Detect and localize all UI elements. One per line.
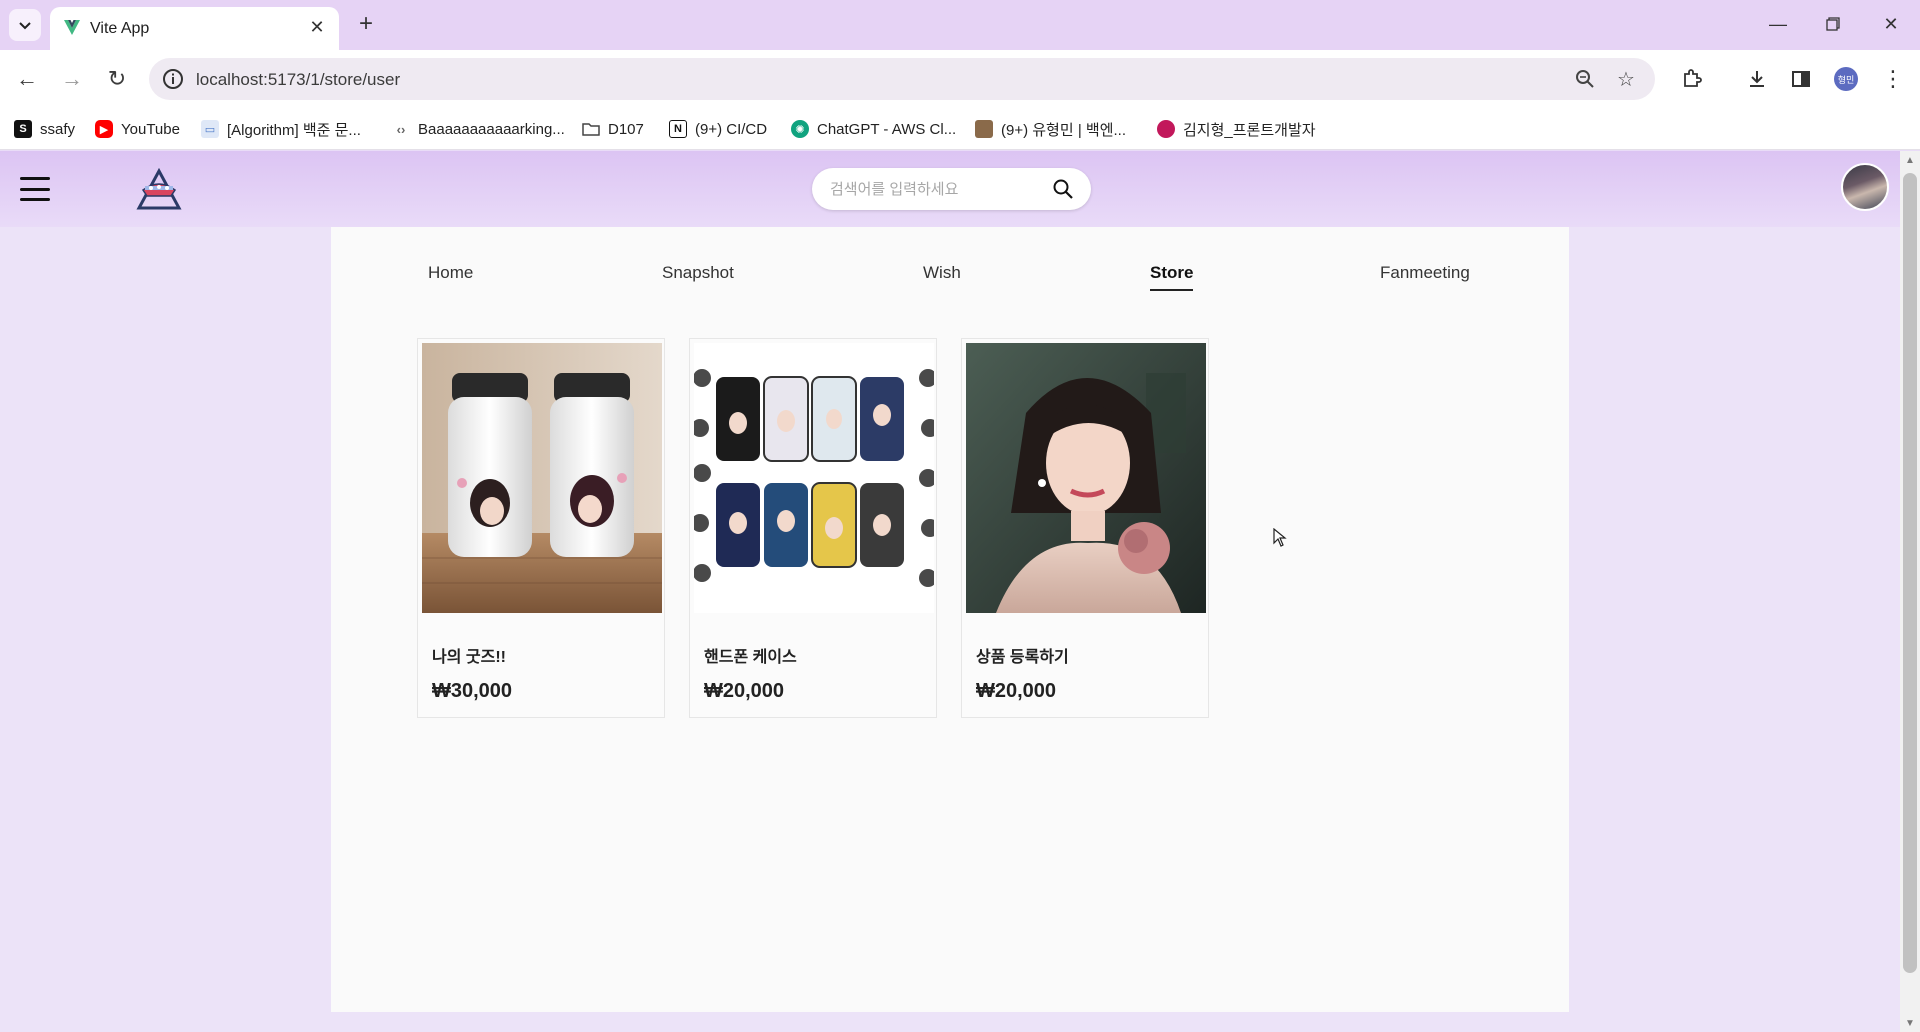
scroll-up-icon[interactable]: ▲ (1900, 151, 1920, 169)
folder-icon (582, 123, 600, 136)
scrollbar-thumb[interactable] (1903, 173, 1917, 973)
search-bar[interactable] (812, 168, 1091, 210)
product-card[interactable]: 핸드폰 케이스 ₩20,000 (689, 338, 937, 718)
page-scrollbar[interactable]: ▲ ▼ (1900, 151, 1920, 1032)
minimize-button[interactable]: — (1758, 8, 1798, 40)
product-price: ₩20,000 (976, 680, 1057, 702)
browser-tabstrip: Vite App ✕ + — ✕ (0, 0, 1920, 50)
more-menu-icon[interactable]: ⋮ (1878, 64, 1908, 94)
browser-tab-active[interactable]: Vite App ✕ (50, 7, 339, 50)
user-avatar[interactable] (1841, 163, 1889, 211)
portrait-photo (966, 343, 1206, 613)
search-icon[interactable] (1052, 178, 1074, 200)
page-viewport: Home Snapshot Wish Store Fanmeeting (0, 151, 1900, 1032)
product-name: 나의 굿즈!! (432, 649, 506, 666)
bookmark-label: D107 (608, 120, 644, 138)
restore-button[interactable] (1813, 8, 1853, 40)
tab-search-button[interactable] (9, 9, 41, 41)
bookmark-cicd[interactable]: N (9+) CI/CD (669, 118, 767, 140)
section-nav: Home Snapshot Wish Store Fanmeeting (331, 227, 1569, 317)
back-button[interactable]: ← (10, 62, 44, 96)
ssafy-icon: S (14, 120, 32, 138)
bookmark-label: ChatGPT - AWS Cl... (817, 120, 957, 138)
bookmark-star-icon[interactable]: ☆ (1614, 67, 1638, 91)
menu-icon[interactable] (20, 177, 50, 201)
image-icon (975, 120, 993, 138)
app-logo[interactable] (135, 168, 183, 212)
bookmark-label: 김지형_프론트개발자 (1183, 121, 1316, 139)
phone-cases-photo (694, 343, 934, 613)
bookmark-ssafy[interactable]: S ssafy (14, 118, 75, 140)
product-name: 상품 등록하기 (976, 649, 1069, 666)
product-price: ₩30,000 (432, 680, 513, 702)
bookmark-label: [Algorithm] 백준 문... (227, 121, 361, 139)
bookmark-d107[interactable]: D107 (582, 118, 644, 140)
new-tab-button[interactable]: + (352, 10, 380, 38)
bookmark-label: (9+) 유형민 | 백엔... (1001, 121, 1126, 139)
restore-icon (1826, 17, 1840, 31)
tab-wish[interactable]: Wish (923, 263, 961, 283)
bookmark-kim[interactable]: 김지형_프론트개발자 (1157, 118, 1316, 140)
forward-button[interactable]: → (55, 62, 89, 96)
info-icon[interactable] (161, 67, 185, 91)
notion-icon: N (669, 120, 687, 138)
bookmark-yoo[interactable]: (9+) 유형민 | 백엔... (975, 118, 1126, 140)
close-tab-icon[interactable]: ✕ (305, 15, 329, 39)
bookmark-label: ssafy (40, 120, 76, 138)
youtube-icon: ▶ (95, 120, 113, 138)
browser-toolbar: ← → ↻ localhost:5173/1/store/user ☆ 형민 ⋮ (0, 50, 1920, 108)
address-bar[interactable]: localhost:5173/1/store/user ☆ (149, 58, 1655, 100)
code-icon: ‹› (396, 121, 406, 137)
product-card[interactable]: 나의 굿즈!! ₩30,000 (417, 338, 665, 718)
tab-store[interactable]: Store (1150, 263, 1194, 291)
tab-title: Vite App (90, 20, 150, 37)
close-window-button[interactable]: ✕ (1871, 8, 1911, 40)
app-header (0, 151, 1900, 227)
reload-button[interactable]: ↻ (100, 62, 134, 96)
tab-home[interactable]: Home (428, 263, 473, 283)
bookmark-chatgpt[interactable]: ✺ ChatGPT - AWS Cl... (791, 118, 956, 140)
product-card[interactable]: 상품 등록하기 ₩20,000 (961, 338, 1209, 718)
tumbler-photo (422, 343, 662, 613)
bookmark-label: YouTube (121, 120, 180, 138)
bookmarks-bar: S ssafy ▶ YouTube ▭ [Algorithm] 백준 문... … (0, 108, 1920, 150)
bookmark-barking[interactable]: ‹› Baaaaaaaaaaarking... (392, 118, 565, 140)
bookmark-algorithm[interactable]: ▭ [Algorithm] 백준 문... (201, 118, 361, 140)
download-icon[interactable] (1742, 64, 1772, 94)
mouse-cursor-icon (1273, 528, 1287, 547)
product-price: ₩20,000 (704, 680, 785, 702)
bookmark-label: (9+) CI/CD (695, 120, 768, 138)
profile-avatar[interactable]: 형민 (1834, 67, 1858, 91)
bookmark-youtube[interactable]: ▶ YouTube (95, 118, 180, 140)
url-text[interactable]: localhost:5173/1/store/user (196, 70, 400, 90)
monitor-icon: ▭ (201, 120, 219, 138)
side-panel-icon[interactable] (1786, 64, 1816, 94)
product-name: 핸드폰 케이스 (704, 649, 797, 666)
scroll-down-icon[interactable]: ▼ (1900, 1014, 1920, 1032)
search-input[interactable] (830, 179, 1040, 199)
profile-icon (1157, 120, 1175, 138)
tab-fanmeeting[interactable]: Fanmeeting (1380, 263, 1470, 283)
main-content: Home Snapshot Wish Store Fanmeeting 나의 굿… (331, 227, 1569, 1012)
chatgpt-icon: ✺ (791, 120, 809, 138)
bookmark-label: Baaaaaaaaaaarking... (418, 120, 565, 138)
zoom-icon[interactable] (1573, 67, 1597, 91)
extensions-icon[interactable] (1677, 64, 1707, 94)
chevron-down-icon (19, 22, 31, 30)
tab-snapshot[interactable]: Snapshot (662, 263, 734, 283)
vite-icon (64, 20, 80, 35)
